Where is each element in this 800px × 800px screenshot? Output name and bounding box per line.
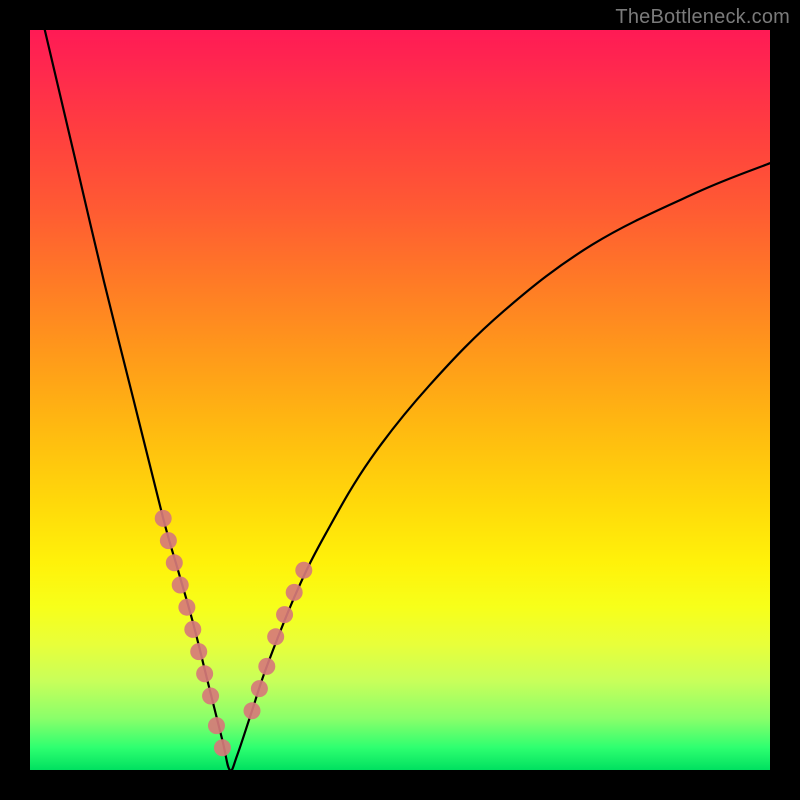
watermark-text: TheBottleneck.com	[615, 6, 790, 29]
curve-path	[45, 30, 770, 770]
data-point	[178, 599, 195, 616]
data-point	[155, 510, 172, 527]
data-point	[196, 665, 213, 682]
data-point	[295, 562, 312, 579]
data-point	[244, 702, 261, 719]
data-point	[202, 688, 219, 705]
chart-plot-area	[30, 30, 770, 770]
data-point	[160, 532, 177, 549]
data-point	[166, 554, 183, 571]
data-point	[276, 606, 293, 623]
chart-frame: TheBottleneck.com	[0, 0, 800, 800]
data-point	[190, 643, 207, 660]
data-point	[251, 680, 268, 697]
data-point	[258, 658, 275, 675]
data-point	[184, 621, 201, 638]
bottleneck-curve	[45, 30, 770, 770]
data-point	[267, 628, 284, 645]
data-point	[214, 739, 231, 756]
data-point	[208, 717, 225, 734]
chart-svg	[30, 30, 770, 770]
data-points	[155, 510, 313, 756]
data-point	[286, 584, 303, 601]
data-point	[172, 577, 189, 594]
